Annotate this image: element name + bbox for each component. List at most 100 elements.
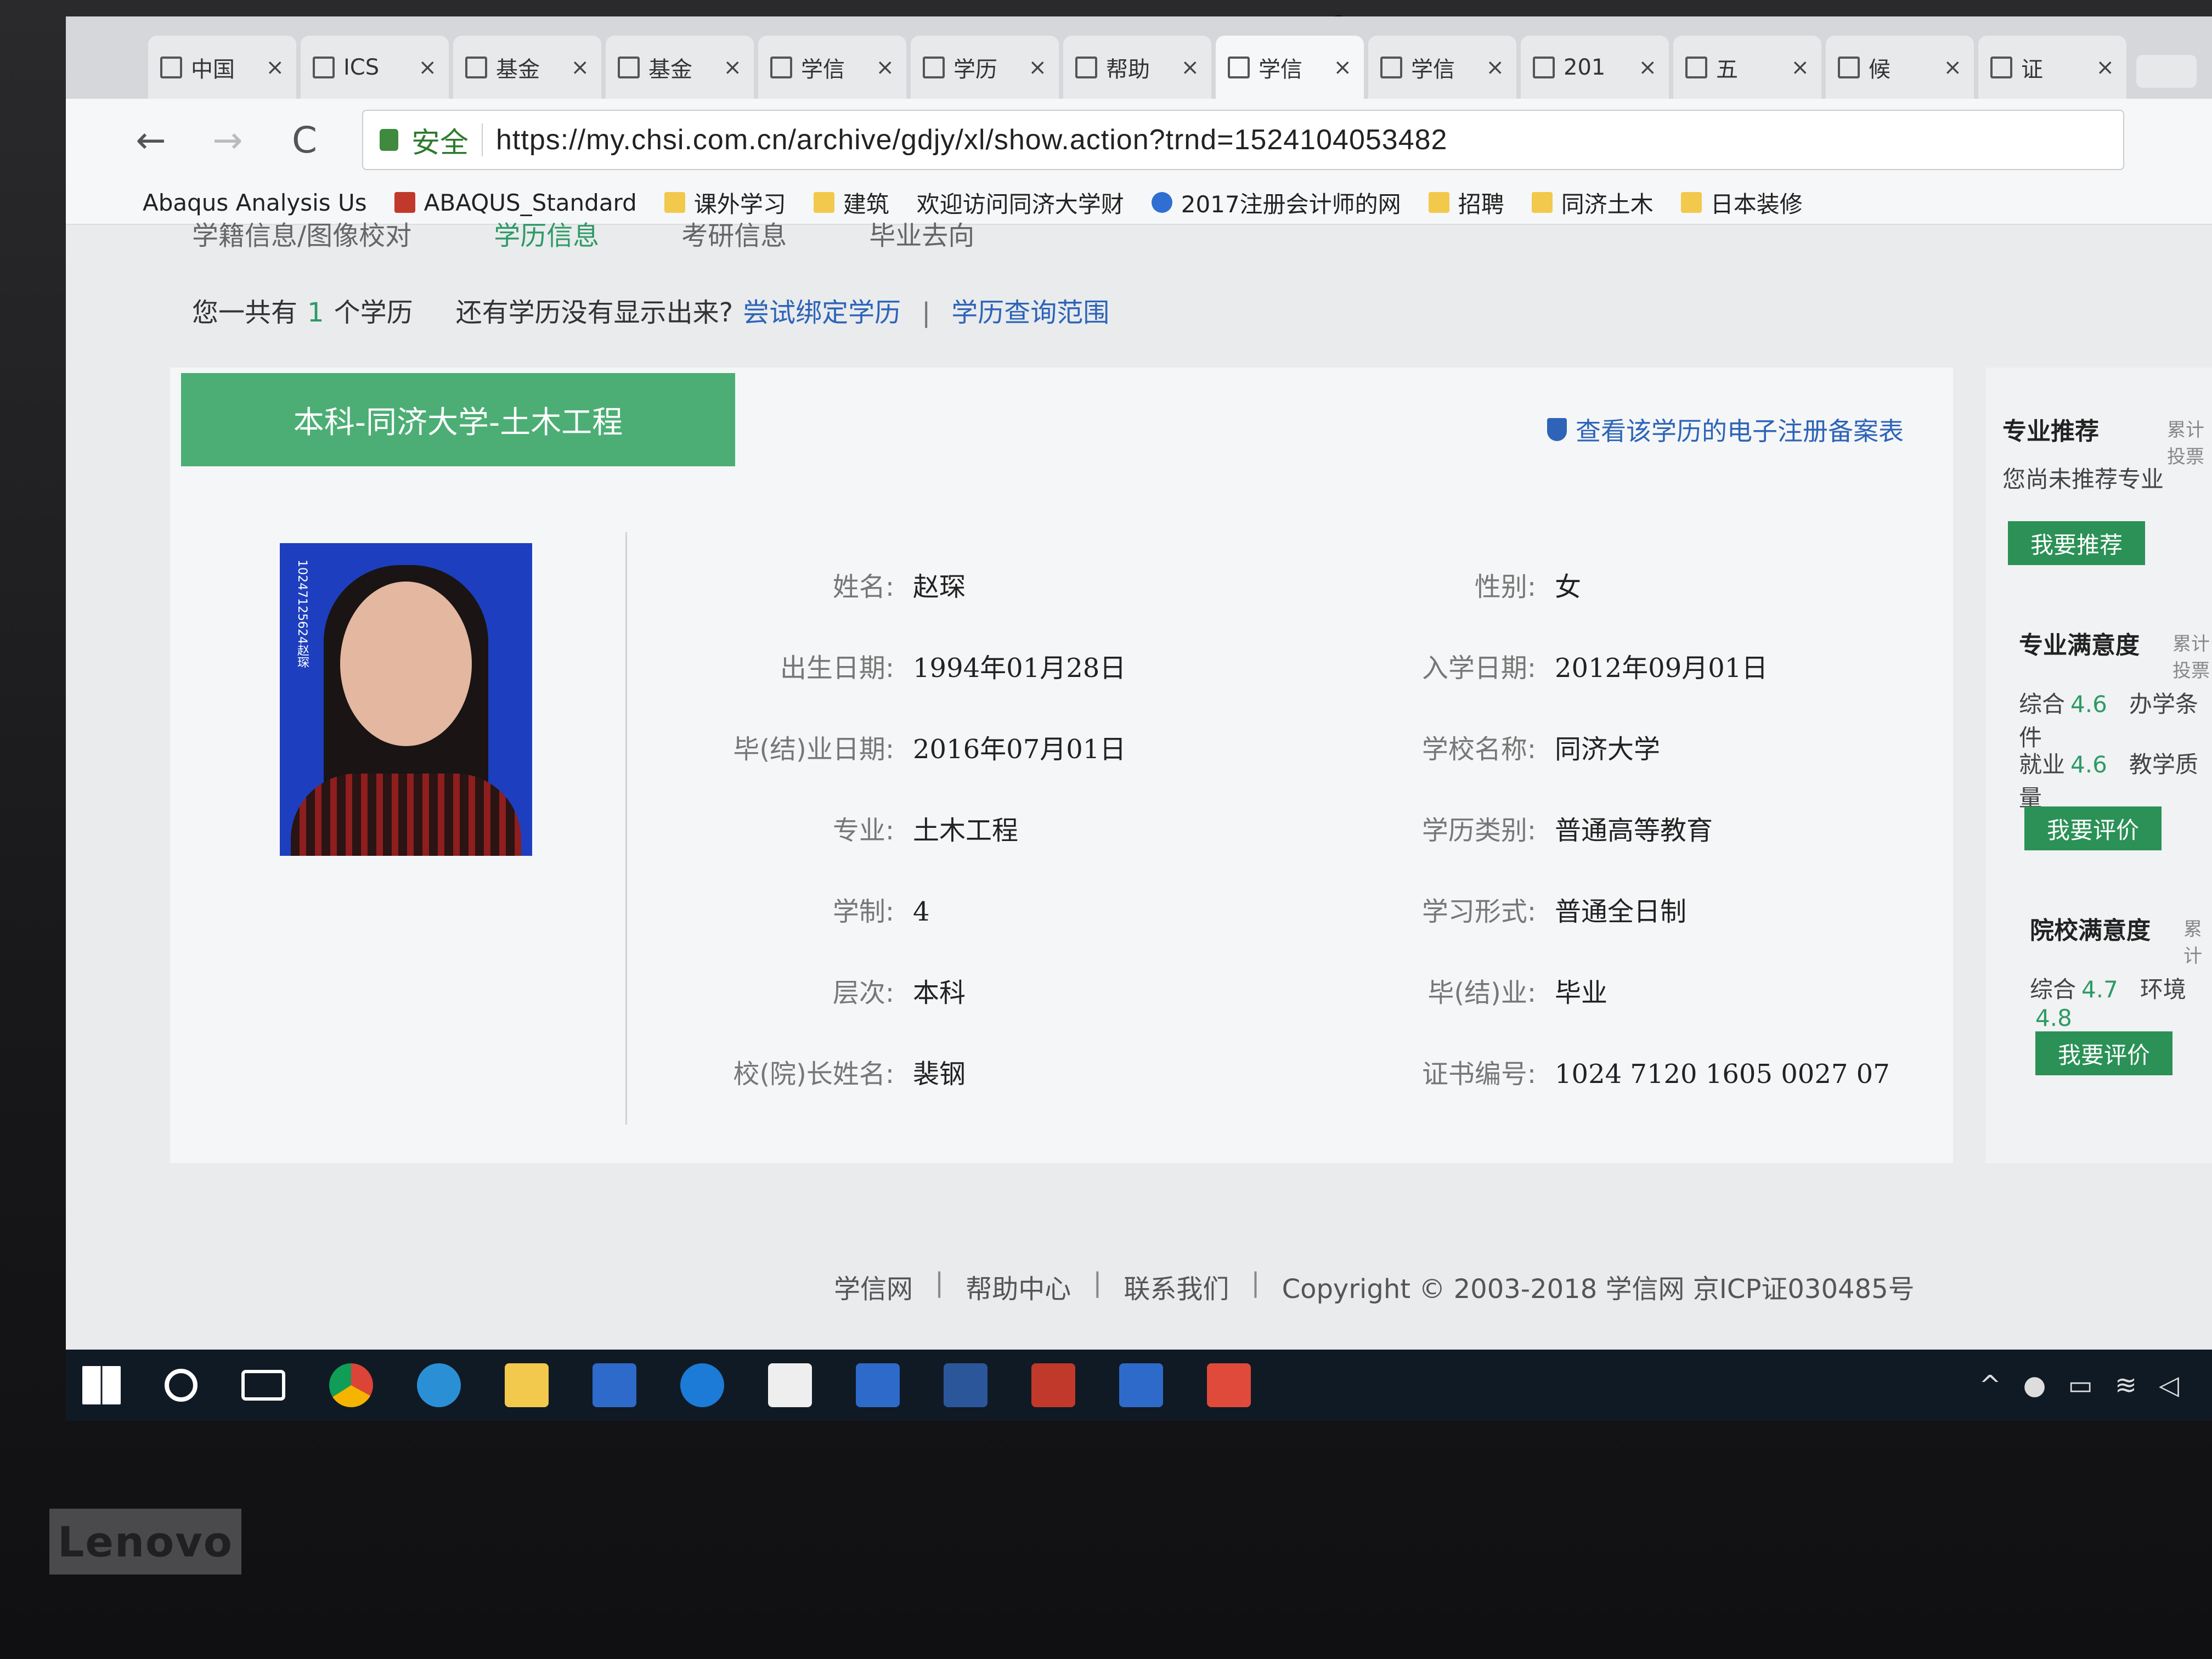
verify-link-label[interactable]: 查看该学历的电子注册备案表	[1576, 411, 1904, 448]
pdf-reader-icon[interactable]	[1031, 1363, 1075, 1407]
forward-button[interactable]: →	[208, 119, 247, 161]
record-field: 出生日期: 1994年01月28日	[664, 646, 1126, 685]
internet-explorer-icon[interactable]	[417, 1363, 461, 1407]
field-label: 毕(结)业日期:	[733, 734, 894, 765]
address-bar[interactable]: 安全 https://my.chsi.com.cn/archive/gdjy/x…	[362, 110, 2124, 170]
notes-app-icon[interactable]	[768, 1363, 812, 1407]
tab-label: 证	[2021, 57, 2043, 82]
footer-link-chsi[interactable]: 学信网	[834, 1267, 913, 1306]
subnav-tab[interactable]: 毕业去向	[869, 214, 974, 252]
footer-link-help[interactable]: 帮助中心	[966, 1267, 1071, 1306]
bookmark-folder-icon	[813, 192, 834, 213]
browser-tab[interactable]: 学历 ×	[911, 36, 1059, 99]
volume-icon[interactable]: ◁	[2159, 1370, 2179, 1401]
tab-label: 201	[1564, 54, 1606, 80]
browser-tab[interactable]: 帮助 ×	[1063, 36, 1211, 99]
tab-label: 学信	[1411, 57, 1455, 82]
browser-tab[interactable]: 候 ×	[1826, 36, 1974, 99]
new-tab-button[interactable]	[2136, 55, 2197, 88]
bookmark-item[interactable]: 招聘	[1428, 186, 1504, 219]
browser-tab[interactable]: 基金 ×	[606, 36, 754, 99]
browser-tab[interactable]: 五 ×	[1673, 36, 1821, 99]
windows-start-icon[interactable]	[82, 1366, 121, 1404]
file-explorer-icon[interactable]	[505, 1363, 549, 1407]
summary-separator: |	[922, 297, 931, 328]
major-rec-text: 您尚未推荐专业	[2002, 466, 2164, 493]
tab-close-icon[interactable]: ×	[1943, 55, 1962, 80]
bookmark-item[interactable]: 日本装修	[1680, 186, 1803, 219]
footer-link-contact[interactable]: 联系我们	[1124, 1267, 1229, 1306]
bookmark-item[interactable]: Abaqus Analysis Us	[66, 189, 2212, 1421]
photo-shirt	[291, 774, 521, 856]
tab-close-icon[interactable]: ×	[418, 55, 437, 80]
browser-tab[interactable]: 学信 ×	[758, 36, 906, 99]
browser-tab[interactable]: 证 ×	[1978, 36, 2126, 99]
major-rec-meta: 累计投票	[2167, 419, 2204, 468]
field-value: 普通全日制	[1555, 896, 1687, 927]
app-icon[interactable]	[592, 1363, 636, 1407]
tab-close-icon[interactable]: ×	[1333, 55, 1352, 80]
task-view-icon[interactable]	[241, 1370, 285, 1401]
sidebar: 专业推荐 累计投票 您尚未推荐专业 我要推荐 专业满意度 累计投票 综合 4.6 办…	[1986, 368, 2212, 1163]
tab-favicon-icon	[618, 56, 640, 78]
tab-close-icon[interactable]: ×	[1791, 55, 1809, 80]
word-icon[interactable]	[944, 1363, 988, 1407]
tab-label: 基金	[648, 57, 692, 82]
abaqus-icon[interactable]	[1119, 1363, 1163, 1407]
major-sat-line1: 综合 4.6 办学条件	[2019, 686, 2212, 753]
browser-tab[interactable]: 中国 ×	[148, 36, 296, 99]
bookmark-item[interactable]: ABAQUS_Standard	[394, 189, 637, 216]
tab-label: 候	[1869, 57, 1891, 82]
browser-tab[interactable]: 201 ×	[1521, 36, 1669, 99]
bind-record-link[interactable]: 尝试绑定学历	[743, 291, 901, 329]
school-evaluate-button[interactable]: 我要评价	[2035, 1031, 2172, 1075]
school-sat-env-label: 环境	[2140, 976, 2186, 1003]
summary-prefix: 您一共有	[192, 297, 298, 328]
tab-close-icon[interactable]: ×	[876, 55, 894, 80]
teamviewer-icon[interactable]	[680, 1363, 724, 1407]
window-app-icon[interactable]	[856, 1363, 900, 1407]
tray-chevron-icon[interactable]: ^	[1979, 1370, 2001, 1401]
field-value: 普通高等教育	[1555, 815, 1713, 846]
search-icon[interactable]	[165, 1369, 198, 1402]
tab-close-icon[interactable]: ×	[723, 55, 742, 80]
major-sat-line2: 就业 4.6 教学质量	[2019, 746, 2212, 813]
subnav-tab[interactable]: 学籍信息/图像校对	[192, 214, 411, 252]
subnav-tab[interactable]: 学历信息	[494, 214, 599, 252]
tab-close-icon[interactable]: ×	[266, 55, 284, 80]
tab-close-icon[interactable]: ×	[1028, 55, 1047, 80]
browser-tab[interactable]: ICS ×	[301, 36, 449, 99]
subnav-tab[interactable]: 考研信息	[681, 214, 787, 252]
bookmark-item[interactable]: 同济土木	[1531, 186, 1654, 219]
tab-close-icon[interactable]: ×	[1486, 55, 1504, 80]
reload-button[interactable]: C	[285, 119, 324, 161]
wechat-tray-icon[interactable]: ●	[2023, 1370, 2046, 1401]
field-value: 毕业	[1555, 978, 1608, 1008]
tab-favicon-icon	[1380, 56, 1402, 78]
record-field: 毕(结)业: 毕业	[1350, 971, 1607, 1009]
tab-close-icon[interactable]: ×	[2096, 55, 2114, 80]
tab-close-icon[interactable]: ×	[1181, 55, 1199, 80]
verify-link[interactable]: 查看该学历的电子注册备案表	[1547, 411, 1904, 448]
query-scope-link[interactable]: 学历查询范围	[951, 291, 1109, 329]
browser-toolbar: ← → C 安全 https://my.chsi.com.cn/archive/…	[66, 99, 2212, 181]
field-value: 裴钢	[913, 1059, 966, 1090]
browser-tab[interactable]: 基金 ×	[453, 36, 601, 99]
browser-tab[interactable]: 学信 ×	[1368, 36, 1516, 99]
bookmark-item[interactable]: 2017注册会计师的网	[1151, 186, 1401, 219]
battery-icon[interactable]: ▭	[2068, 1370, 2093, 1401]
major-evaluate-button[interactable]: 我要评价	[2024, 806, 2162, 850]
wifi-icon[interactable]: ≋	[2115, 1370, 2137, 1401]
record-field: 校(院)长姓名: 裴钢	[664, 1052, 966, 1091]
back-button[interactable]: ←	[132, 119, 170, 161]
tab-close-icon[interactable]: ×	[1638, 55, 1657, 80]
wps-icon[interactable]	[1207, 1363, 1251, 1407]
tab-close-icon[interactable]: ×	[571, 55, 589, 80]
chrome-icon[interactable]	[329, 1363, 373, 1407]
browser-tab[interactable]: 学信 ×	[1216, 36, 1364, 99]
sub-navigation: 学籍信息/图像校对 学历信息 考研信息 毕业去向	[192, 214, 974, 252]
recommend-button[interactable]: 我要推荐	[2008, 521, 2145, 565]
url-divider	[482, 123, 483, 156]
url-text[interactable]: https://my.chsi.com.cn/archive/gdjy/xl/s…	[496, 123, 1447, 156]
tab-label: 五	[1716, 57, 1738, 82]
